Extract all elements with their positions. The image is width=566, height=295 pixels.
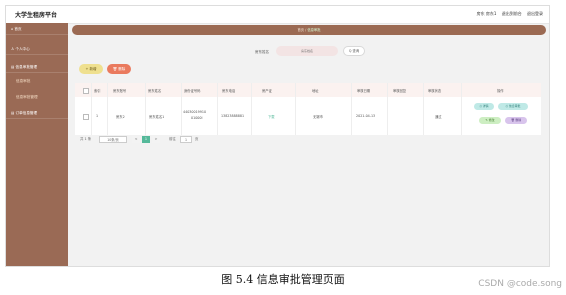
column-header: 审核回复	[393, 89, 407, 93]
approve-icon: ⎙	[505, 104, 508, 108]
sidebar-subitem-approval-mgmt[interactable]: 信息审批管理	[16, 95, 38, 100]
cell-id-line2: 01000I	[191, 116, 203, 120]
page-size-select[interactable]: 10条/页	[99, 136, 127, 143]
detail-button[interactable]: ⎙ 详情	[474, 103, 494, 110]
app-title: 大学生租房平台	[15, 12, 58, 19]
breadcrumb: 首页 / 信息审批	[72, 25, 546, 35]
prev-page-button[interactable]: <	[132, 136, 140, 143]
cell-address: 无锡市	[313, 115, 323, 119]
sidebar-item-approval-mgmt[interactable]: ▤ 信息审批管理	[6, 61, 68, 73]
column-header: 房东姓名	[148, 89, 162, 93]
breadcrumb-current: 信息审批	[307, 28, 321, 32]
sidebar: ⌂ 首页 ♙ 个人中心 ▤ 信息审批管理 信息审批 信息审批管理 ▤ 订单信息管…	[6, 23, 68, 266]
pagination-total: 共 1 条	[80, 137, 92, 141]
app-window: 大学生租房平台 房东 房东1 退出到前台 退出登录 ⌂ 首页 ♙ 个人中心 ▤ …	[5, 5, 550, 267]
row-delete-label: 删除	[515, 118, 522, 122]
sidebar-item-orders[interactable]: ▤ 订单信息管理	[6, 107, 68, 119]
goto-page-input[interactable]: 1	[180, 136, 192, 143]
edit-icon: ✎	[485, 118, 488, 122]
column-header: 审核状态	[428, 89, 442, 93]
edit-label: 修改	[488, 118, 495, 122]
approve-button[interactable]: ⎙ 信息审批	[498, 103, 528, 110]
delete-button[interactable]: 🗑 删除	[107, 64, 131, 74]
row-checkbox[interactable]	[83, 114, 89, 120]
cell-id-line1: 44030019910	[183, 110, 207, 114]
search-input[interactable]	[276, 46, 338, 56]
user-label: 房东 房东1	[476, 11, 497, 16]
column-header: 房东电话	[222, 89, 236, 93]
column-header: 房东账号	[113, 89, 127, 93]
approve-label: 信息审批	[508, 104, 521, 108]
column-header: 审核日期	[357, 89, 371, 93]
top-bar: 大学生租房平台 房东 房东1 退出到前台 退出登录	[6, 6, 549, 24]
page-1-button[interactable]: 1	[142, 136, 150, 143]
cell-phone: 13823888881	[221, 114, 245, 118]
cell-status: 通过	[435, 115, 442, 119]
select-all-checkbox[interactable]	[83, 88, 89, 94]
header-actions: 房东 房东1 退出到前台 退出登录	[473, 11, 543, 17]
deed-download-link[interactable]: 下载	[268, 114, 275, 119]
column-header: 房产证	[262, 89, 272, 93]
edit-button[interactable]: ✎ 修改	[479, 117, 501, 124]
cell-account: 房东2	[116, 115, 125, 119]
cell-index: 1	[96, 114, 99, 118]
column-header: 身份证号码	[184, 89, 201, 93]
cell-name: 房东姓名1	[149, 115, 165, 119]
query-button[interactable]: Q 查询	[343, 46, 365, 56]
column-header: 操作	[497, 89, 504, 93]
column-header: 地址	[312, 89, 319, 93]
watermark: CSDN @code.song	[478, 279, 562, 289]
trash-icon: 🗑	[510, 118, 515, 122]
sidebar-item-profile[interactable]: ♙ 个人中心	[6, 43, 68, 55]
back-to-front-link[interactable]: 退出到前台	[502, 11, 522, 16]
sidebar-subitem-approval[interactable]: 信息审批	[16, 79, 30, 84]
approval-table: 索引 房东账号 房东姓名 身份证号码 房东电话 房产证 地址 审核日期 审核回复…	[75, 83, 541, 135]
cell-date: 2021-04-13	[356, 114, 376, 118]
next-page-button[interactable]: >	[152, 136, 160, 143]
logout-link[interactable]: 退出登录	[527, 11, 543, 16]
search-label: 房东姓名	[255, 50, 269, 54]
add-button[interactable]: + 新增	[79, 64, 103, 74]
column-header: 索引	[94, 89, 101, 93]
goto-suffix: 页	[195, 137, 199, 141]
sidebar-item-home[interactable]: ⌂ 首页	[6, 23, 68, 35]
breadcrumb-home[interactable]: 首页	[297, 28, 304, 32]
row-delete-button[interactable]: 🗑 删除	[505, 117, 527, 124]
detail-icon: ⎙	[479, 104, 482, 108]
goto-label: 前往	[169, 137, 176, 141]
detail-label: 详情	[482, 104, 489, 108]
